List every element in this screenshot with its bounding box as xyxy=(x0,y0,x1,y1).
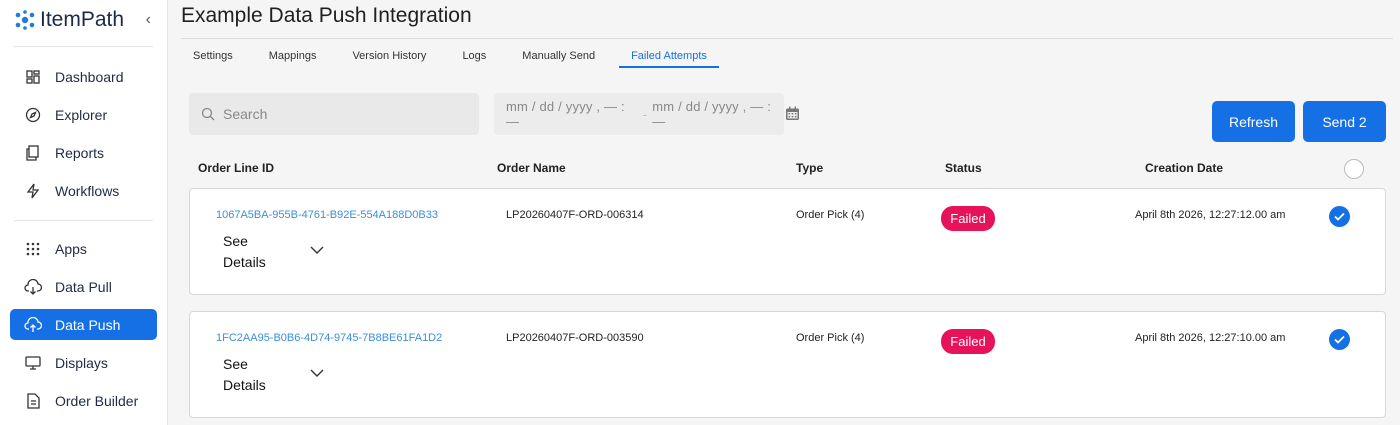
page-title: Example Data Push Integration xyxy=(181,4,472,27)
grid-icon xyxy=(24,240,42,258)
chevron-down-icon[interactable] xyxy=(310,369,324,378)
refresh-button[interactable]: Refresh xyxy=(1212,101,1295,142)
row-checkbox[interactable] xyxy=(1329,329,1350,350)
select-all-checkbox[interactable] xyxy=(1344,159,1364,179)
tab-bar: Settings Mappings Version History Logs M… xyxy=(181,44,731,68)
tab-mappings[interactable]: Mappings xyxy=(257,44,329,68)
brand: ItemPath ‹ xyxy=(10,0,157,40)
cloud-upload-icon xyxy=(24,316,42,334)
sidebar-item-dashboard[interactable]: Dashboard xyxy=(10,61,157,92)
order-line-id-link[interactable]: 1067A5BA-955B-4761-B92E-554A188D0B33 xyxy=(216,209,438,221)
table-row: 1067A5BA-955B-4761-B92E-554A188D0B33 See… xyxy=(189,188,1386,295)
collapse-sidebar-icon[interactable]: ‹ xyxy=(146,11,151,29)
checkmark-icon xyxy=(1334,335,1345,344)
table-row: 1FC2AA95-B0B6-4D74-9745-7B8BE61FA1D2 See… xyxy=(189,311,1386,418)
divider xyxy=(181,38,1393,39)
monitor-icon xyxy=(24,354,42,372)
status-badge: Failed xyxy=(941,206,995,231)
sidebar-item-label: Apps xyxy=(55,240,87,257)
reports-icon xyxy=(24,144,42,162)
date-start-field[interactable]: mm / dd / yyyy , — : — xyxy=(506,99,638,129)
creation-date: April 8th 2026, 12:27:10.00 am xyxy=(1135,332,1286,344)
cloud-download-icon xyxy=(24,278,42,296)
sidebar-item-label: Order Builder xyxy=(55,392,139,409)
sidebar-item-explorer[interactable]: Explorer xyxy=(10,99,157,130)
date-end-field[interactable]: mm / dd / yyyy , — : — xyxy=(652,99,784,129)
column-header-order-name: Order Name xyxy=(497,161,566,175)
sidebar-item-label: Data Push xyxy=(55,316,121,333)
checkmark-icon xyxy=(1334,212,1345,221)
main-content: Example Data Push Integration Settings M… xyxy=(168,0,1400,425)
search-placeholder: Search xyxy=(223,106,268,122)
see-details-label: See xyxy=(223,233,248,249)
send-button[interactable]: Send 2 xyxy=(1303,101,1386,142)
search-icon xyxy=(201,107,215,121)
row-checkbox[interactable] xyxy=(1329,206,1350,227)
order-name: LP20260407F-ORD-003590 xyxy=(506,332,644,344)
date-range-input[interactable]: mm / dd / yyyy , — : — - mm / dd / yyyy … xyxy=(494,93,784,135)
sidebar: ItemPath ‹ Dashboard Explorer Reports Wo… xyxy=(0,0,168,425)
sidebar-item-label: Workflows xyxy=(55,182,120,199)
tab-version-history[interactable]: Version History xyxy=(340,44,438,68)
divider xyxy=(14,220,153,221)
sidebar-item-data-pull[interactable]: Data Pull xyxy=(10,271,157,302)
column-header-order-line-id: Order Line ID xyxy=(198,161,275,175)
divider xyxy=(14,46,153,47)
calendar-icon[interactable] xyxy=(785,106,800,121)
see-details-label: See xyxy=(223,356,248,372)
sidebar-item-reports[interactable]: Reports xyxy=(10,137,157,168)
itempath-logo-icon xyxy=(15,10,35,30)
order-type: Order Pick (4) xyxy=(796,209,865,221)
order-name: LP20260407F-ORD-006314 xyxy=(506,209,644,221)
tab-logs[interactable]: Logs xyxy=(450,44,498,68)
sidebar-item-apps[interactable]: Apps xyxy=(10,233,157,264)
see-details-toggle[interactable]: See Details xyxy=(223,354,266,396)
sidebar-item-label: Reports xyxy=(55,144,105,161)
sidebar-item-order-builder[interactable]: Order Builder xyxy=(10,385,157,416)
search-input[interactable]: Search xyxy=(189,93,479,135)
column-header-creation-date: Creation Date xyxy=(1145,161,1224,175)
tab-settings[interactable]: Settings xyxy=(181,44,245,68)
sidebar-item-data-push[interactable]: Data Push xyxy=(10,309,157,340)
tab-failed-attempts[interactable]: Failed Attempts xyxy=(619,44,719,68)
sidebar-item-workflows[interactable]: Workflows xyxy=(10,175,157,206)
document-icon xyxy=(24,392,42,410)
order-line-id-link[interactable]: 1FC2AA95-B0B6-4D74-9745-7B8BE61FA1D2 xyxy=(216,332,442,344)
sidebar-item-label: Displays xyxy=(55,354,108,371)
status-badge: Failed xyxy=(941,329,995,354)
tab-manually-send[interactable]: Manually Send xyxy=(510,44,607,68)
see-details-label: Details xyxy=(223,377,266,393)
compass-icon xyxy=(24,106,42,124)
see-details-label: Details xyxy=(223,254,266,270)
order-type: Order Pick (4) xyxy=(796,332,865,344)
sidebar-item-label: Data Pull xyxy=(55,278,112,295)
sidebar-item-label: Explorer xyxy=(55,106,108,123)
column-header-type: Type xyxy=(796,161,824,175)
brand-name: ItemPath xyxy=(40,8,125,31)
date-range-separator: - xyxy=(642,106,648,122)
dashboard-icon xyxy=(24,68,42,86)
chevron-down-icon[interactable] xyxy=(310,246,324,255)
sidebar-item-displays[interactable]: Displays xyxy=(10,347,157,378)
lightning-icon xyxy=(24,182,42,200)
creation-date: April 8th 2026, 12:27:12.00 am xyxy=(1135,209,1286,221)
column-header-status: Status xyxy=(945,161,982,175)
sidebar-item-label: Dashboard xyxy=(55,68,124,85)
see-details-toggle[interactable]: See Details xyxy=(223,231,266,273)
